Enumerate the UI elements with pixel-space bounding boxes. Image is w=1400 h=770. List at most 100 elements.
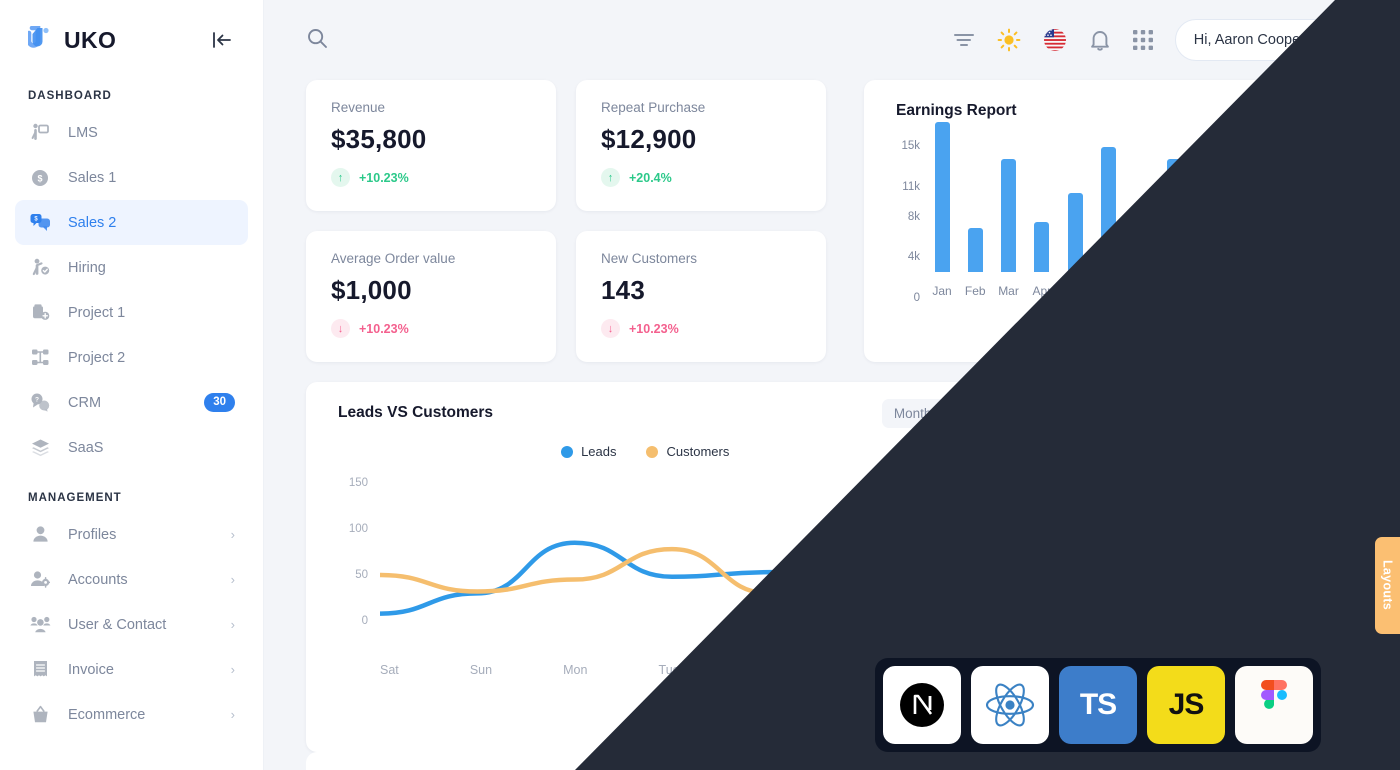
figma-logo-icon[interactable] — [1235, 666, 1313, 744]
x-tick-label: Jun — [1098, 284, 1118, 298]
brand-header: UKO — [0, 0, 263, 80]
leads-line-plot — [380, 510, 964, 616]
x-tick-label: Jan — [932, 284, 952, 298]
user-menu-button[interactable]: Hi, Aaron Cooper — [1174, 19, 1352, 61]
leads-period-select[interactable]: Month — [881, 399, 966, 428]
sidebar-item-hiring[interactable]: Hiring — [15, 245, 248, 290]
stat-card-new-customers: New Customers 143 ↓ +10.23% — [576, 231, 826, 362]
sidebar-item-project-2[interactable]: Project 2 — [15, 335, 248, 380]
ecommerce-bag-icon — [28, 704, 52, 726]
sidebar-item-project-1[interactable]: Project 1 — [15, 290, 248, 335]
stat-delta: ↓ +10.23% — [601, 319, 801, 338]
sidebar-item-label: Hiring — [68, 259, 106, 276]
avatar — [1315, 25, 1346, 56]
filter-lines-icon[interactable] — [953, 31, 975, 49]
sidebar-item-label: SaaS — [68, 439, 104, 456]
status-dot-online — [1336, 46, 1346, 56]
y-tick-label: 15k — [901, 140, 920, 153]
bar-column: Mar — [993, 158, 1025, 298]
sidebar-item-user-contact[interactable]: User & Contact › — [15, 602, 248, 647]
stat-delta-value: +10.23% — [359, 170, 409, 185]
react-logo-icon[interactable] — [971, 666, 1049, 744]
earnings-report-card: Earnings Report Month 15k 11k 8k 4k 0 Jan Feb… — [864, 80, 1352, 362]
sidebar: UKO DASHBOARD LMS $ Sales 1 $ Sales 2 Hi… — [0, 0, 264, 770]
sidebar-item-label: Sales 2 — [68, 214, 117, 231]
sidebar-item-saas[interactable]: SaaS — [15, 425, 248, 470]
arrow-up-icon: ↑ — [601, 168, 620, 187]
x-tick-label: Thu — [847, 663, 869, 677]
sidebar-item-sales-2[interactable]: $ Sales 2 — [15, 200, 248, 245]
topbar: Hi, Aaron Cooper — [264, 0, 1400, 80]
bar-column: Jan — [926, 122, 958, 298]
bar — [1233, 172, 1249, 272]
profile-user-icon — [28, 524, 52, 546]
stat-title: Revenue — [331, 100, 386, 115]
sidebar-item-sales-1[interactable]: $ Sales 1 — [15, 155, 248, 200]
chevron-right-icon: › — [230, 527, 235, 542]
search-icon[interactable] — [306, 27, 328, 54]
bar-column: Jul — [1126, 242, 1158, 298]
x-tick-label: Mon — [563, 663, 588, 677]
lms-icon — [28, 122, 52, 144]
arrow-up-icon: ↑ — [331, 168, 350, 187]
leads-x-axis: SatSunMonTueWedThuFri — [328, 663, 962, 677]
project-status-donut: Avg Range 140 — [1050, 433, 1309, 691]
legend-label: Customers — [666, 444, 730, 459]
bar-column: May — [1059, 193, 1091, 298]
layouts-tab-button[interactable]: Layouts — [1375, 537, 1400, 634]
apps-grid-icon[interactable] — [1132, 30, 1153, 50]
sidebar-section-dashboard-label: DASHBOARD — [28, 90, 112, 102]
earnings-period-select[interactable]: Month — [1260, 103, 1324, 119]
bar-column: Jun — [1092, 147, 1124, 298]
stat-delta: ↓ +10.23% — [331, 319, 531, 338]
collapse-sidebar-icon[interactable] — [209, 27, 235, 53]
uko-logo-icon — [26, 25, 54, 54]
leads-title: Leads VS Customers — [338, 404, 494, 421]
x-tick-label: May — [1063, 284, 1087, 298]
chevron-right-icon: › — [230, 662, 235, 677]
sidebar-item-lms[interactable]: LMS — [15, 110, 248, 155]
chevron-right-icon: › — [230, 707, 235, 722]
typescript-logo-icon[interactable]: TS — [1059, 666, 1137, 744]
x-tick-label: Aug — [1164, 284, 1186, 298]
bar — [1167, 158, 1183, 272]
x-tick-label: Wed — [750, 663, 777, 677]
bell-notifications-icon[interactable] — [1089, 29, 1111, 52]
donut-center-value: 140 — [1151, 552, 1208, 590]
sun-theme-icon[interactable] — [997, 28, 1021, 52]
stat-delta: ↑ +10.23% — [331, 168, 531, 187]
y-tick-label: 0 — [913, 292, 920, 304]
x-tick-label: Sat — [380, 663, 399, 677]
line-series-leads — [380, 540, 964, 616]
leads-y-axis: 150 100 50 0 — [338, 469, 368, 627]
x-tick-label: Tue — [658, 663, 680, 677]
user-greeting: Hi, Aaron Cooper — [1193, 32, 1305, 48]
y-tick-label: 0 — [361, 615, 368, 627]
earnings-header: Earnings Report Month — [886, 102, 1324, 120]
svg-text:$: $ — [37, 173, 42, 183]
javascript-logo-icon[interactable]: JS — [1147, 666, 1225, 744]
sidebar-item-crm[interactable]: ? CRM 30 — [15, 380, 248, 425]
x-tick-label: Mar — [998, 284, 1019, 298]
us-flag-icon[interactable] — [1043, 28, 1067, 52]
sidebar-item-profiles[interactable]: Profiles › — [15, 512, 248, 557]
sidebar-item-accounts[interactable]: Accounts › — [15, 557, 248, 602]
legend-dot-icon — [646, 445, 659, 458]
x-tick-label: Sep — [1197, 284, 1219, 298]
nextjs-logo-icon[interactable] — [883, 666, 961, 744]
x-tick-label: Sun — [469, 663, 493, 677]
leads-chart: 150 100 50 0 — [328, 469, 964, 659]
project-status-title: Project Status — [1129, 402, 1231, 419]
sidebar-item-label: Project 1 — [68, 304, 126, 321]
bar-column: Apr — [1026, 222, 1058, 298]
sidebar-item-invoice[interactable]: Invoice › — [15, 647, 248, 692]
sidebar-item-label: Ecommerce — [68, 706, 146, 723]
crm-chat-icon: ? — [28, 392, 52, 414]
x-tick-label: Jul — [1133, 284, 1150, 298]
y-tick-label: 100 — [348, 522, 368, 535]
legend-dot-icon — [561, 445, 574, 458]
arrow-down-icon: ↓ — [331, 319, 350, 338]
row-stats-and-earnings: Revenue $35,800 ↑ +10.23% Repeat Purchas… — [306, 80, 1352, 362]
sidebar-item-ecommerce[interactable]: Ecommerce › — [15, 692, 248, 737]
bar-column: Sep — [1192, 194, 1224, 298]
